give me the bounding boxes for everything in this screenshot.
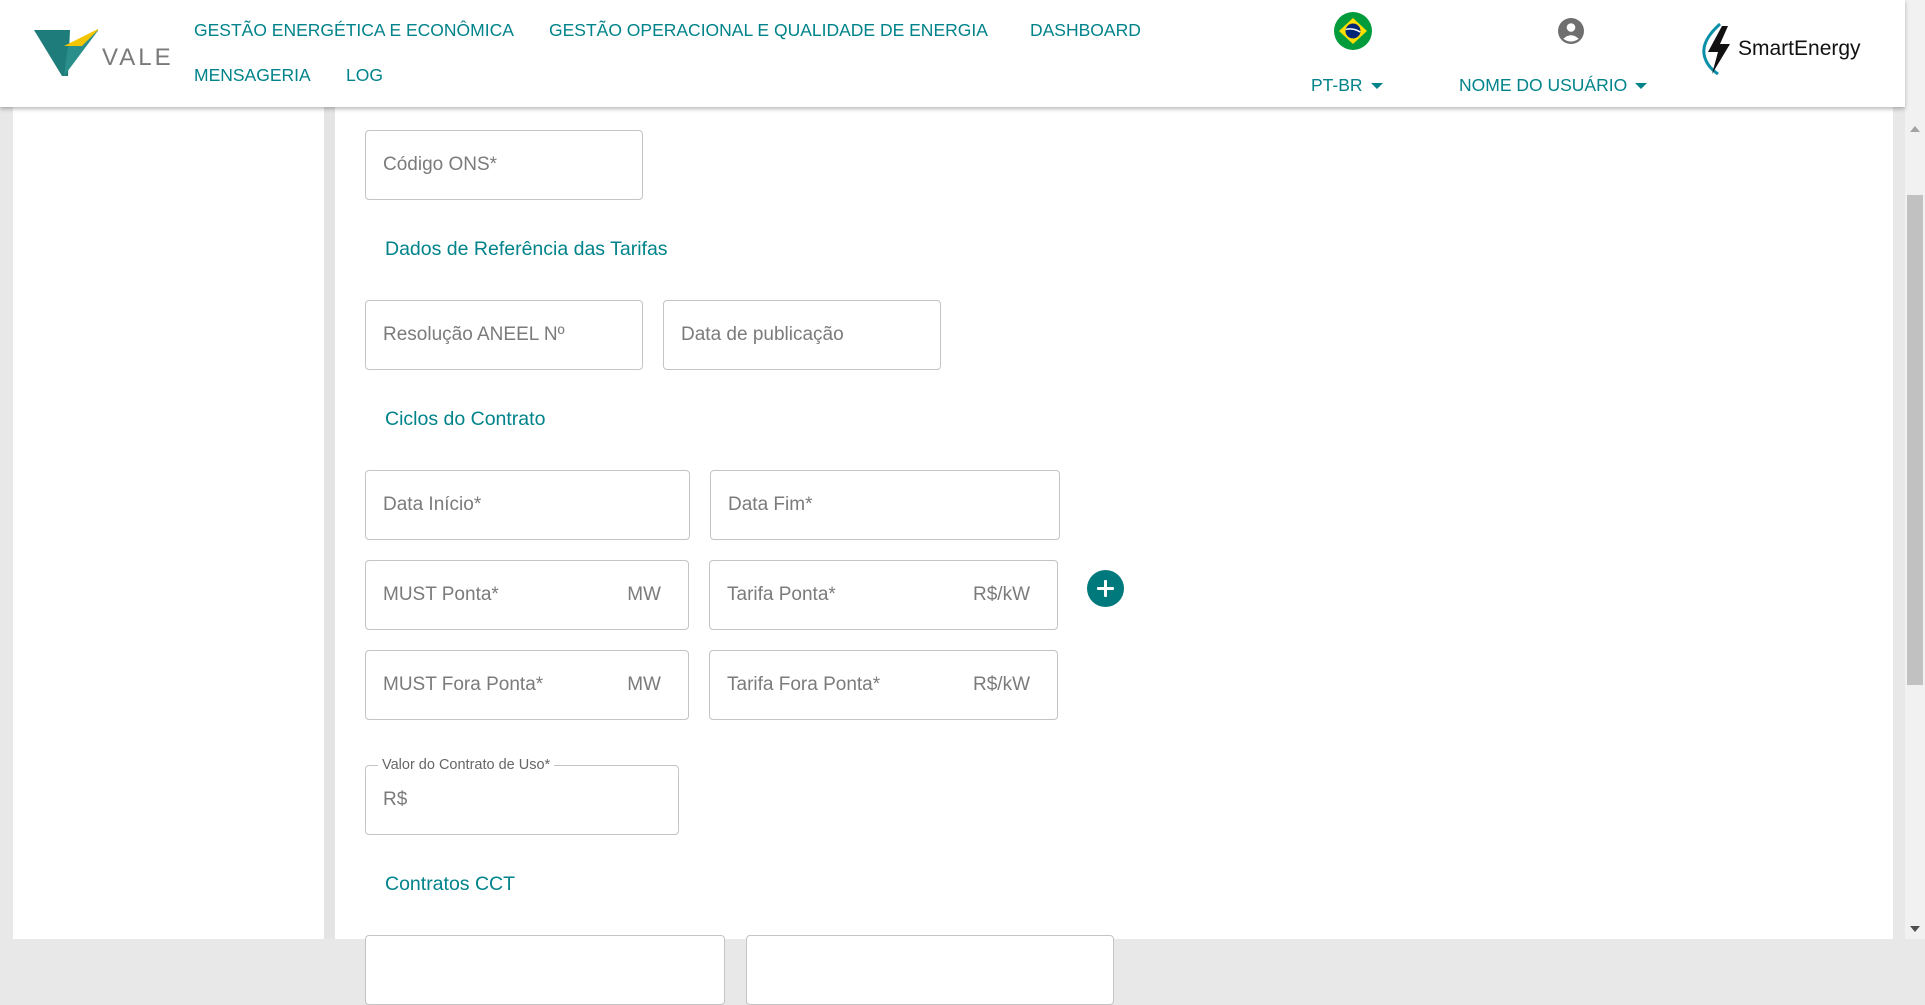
cct-field-1[interactable] [365, 935, 725, 1005]
page-gutter-left [0, 0, 13, 939]
scroll-down-arrow-icon[interactable] [1910, 926, 1920, 932]
page-gutter-right [1893, 0, 1905, 939]
vale-logo-text: VALE [102, 44, 174, 71]
nav-gestao-operacional[interactable]: GESTÃO OPERACIONAL E QUALIDADE DE ENERGI… [549, 20, 988, 41]
data-inicio-placeholder: Data Início* [383, 494, 482, 515]
data-publicacao-placeholder: Data de publicação [681, 324, 844, 345]
chevron-down-icon [1635, 83, 1648, 90]
codigo-ons-placeholder: Código ONS* [383, 154, 498, 175]
brazil-flag-icon[interactable] [1334, 12, 1372, 50]
must-fora-ponta-placeholder: MUST Fora Ponta* [383, 674, 544, 695]
data-fim-field[interactable]: Data Fim* [710, 470, 1060, 540]
panel-divider [324, 0, 335, 939]
must-ponta-placeholder: MUST Ponta* [383, 584, 499, 605]
valor-contrato-field[interactable]: Valor do Contrato de Uso* R$ [365, 757, 679, 835]
tarifa-ponta-field[interactable]: Tarifa Ponta* R$/kW [709, 560, 1058, 630]
scroll-up-arrow-icon[interactable] [1910, 126, 1920, 132]
codigo-ons-field[interactable]: Código ONS* [365, 130, 643, 200]
lightning-bolt-icon [1702, 22, 1730, 76]
chevron-down-icon [1370, 83, 1383, 90]
user-menu-dropdown[interactable]: NOME DO USUÁRIO [1459, 75, 1648, 96]
smartenergy-logo-text: SmartEnergy [1738, 37, 1861, 60]
nav-dashboard[interactable]: DASHBOARD [1030, 20, 1141, 41]
main-content: Código ONS* Dados de Referência das Tari… [335, 0, 1893, 1005]
smartenergy-logo[interactable]: SmartEnergy [1698, 22, 1878, 78]
resolucao-aneel-placeholder: Resolução ANEEL Nº [383, 324, 565, 345]
side-panel [13, 0, 324, 939]
nav-log[interactable]: LOG [346, 65, 383, 86]
cct-field-2[interactable] [746, 935, 1114, 1005]
data-fim-placeholder: Data Fim* [728, 494, 813, 515]
language-dropdown[interactable]: PT-BR [1311, 75, 1383, 96]
section-title-cct: Contratos CCT [385, 873, 516, 895]
tarifa-fora-ponta-unit: R$/kW [973, 674, 1030, 695]
tarifa-fora-ponta-placeholder: Tarifa Fora Ponta* [727, 674, 881, 695]
scrollbar-thumb[interactable] [1907, 195, 1923, 685]
vale-logo[interactable]: VALE [34, 24, 171, 80]
valor-contrato-prefix: R$ [383, 789, 408, 810]
data-inicio-field[interactable]: Data Início* [365, 470, 690, 540]
language-value: PT-BR [1311, 75, 1363, 95]
tarifa-ponta-placeholder: Tarifa Ponta* [727, 584, 836, 605]
plus-circle-icon[interactable] [1087, 570, 1124, 607]
must-ponta-field[interactable]: MUST Ponta* MW [365, 560, 689, 630]
data-publicacao-field[interactable]: Data de publicação [663, 300, 941, 370]
must-ponta-unit: MW [627, 584, 661, 605]
must-fora-ponta-field[interactable]: MUST Fora Ponta* MW [365, 650, 689, 720]
tarifa-ponta-unit: R$/kW [973, 584, 1030, 605]
section-title-ciclos: Ciclos do Contrato [385, 408, 546, 430]
user-name: NOME DO USUÁRIO [1459, 75, 1628, 95]
account-circle-icon[interactable] [1557, 17, 1585, 45]
nav-gestao-energetica[interactable]: GESTÃO ENERGÉTICA E ECONÔMICA [194, 20, 514, 41]
vale-v-icon [34, 29, 98, 76]
nav-mensageria[interactable]: MENSAGERIA [194, 65, 311, 86]
section-title-tarifas: Dados de Referência das Tarifas [385, 238, 668, 260]
valor-contrato-label: Valor do Contrato de Uso* [378, 757, 555, 773]
must-fora-ponta-unit: MW [627, 674, 661, 695]
resolucao-aneel-field[interactable]: Resolução ANEEL Nº [365, 300, 643, 370]
top-navigation-bar: VALE GESTÃO ENERGÉTICA E ECONÔMICA GESTÃ… [0, 0, 1905, 107]
tarifa-fora-ponta-field[interactable]: Tarifa Fora Ponta* R$/kW [709, 650, 1058, 720]
